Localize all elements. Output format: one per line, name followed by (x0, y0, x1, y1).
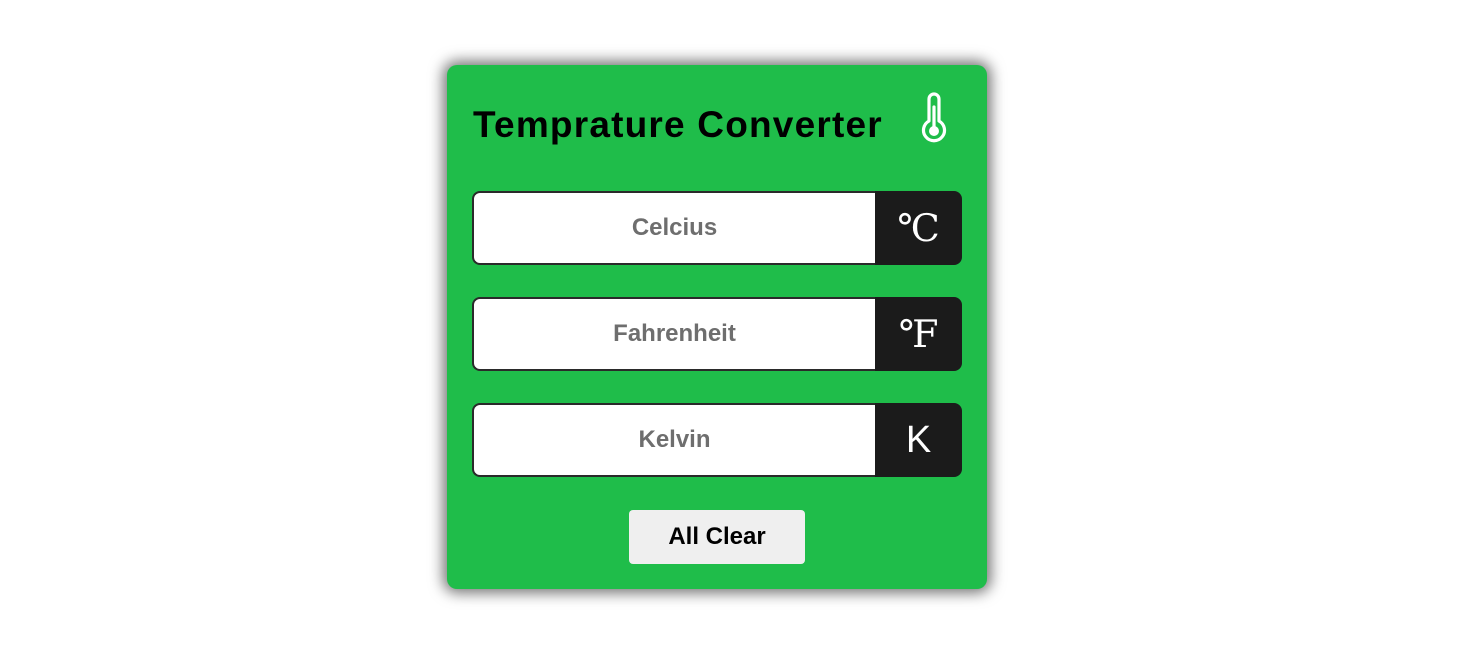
all-clear-button[interactable]: All Clear (629, 510, 805, 564)
celsius-input[interactable] (472, 191, 875, 265)
fahrenheit-input[interactable] (472, 297, 875, 371)
fahrenheit-row: ℉ (472, 297, 962, 371)
page-title: Temprature Converter (473, 104, 883, 145)
celsius-unit-label: ℃ (875, 191, 962, 265)
kelvin-row: K (472, 403, 962, 477)
converter-card: Temprature Converter ℃ ℉ K All Clear (447, 65, 987, 589)
kelvin-input[interactable] (472, 403, 875, 477)
fahrenheit-unit-label: ℉ (875, 297, 962, 371)
celsius-row: ℃ (472, 191, 962, 265)
thermometer-icon (921, 92, 947, 143)
kelvin-unit-label: K (875, 403, 962, 477)
